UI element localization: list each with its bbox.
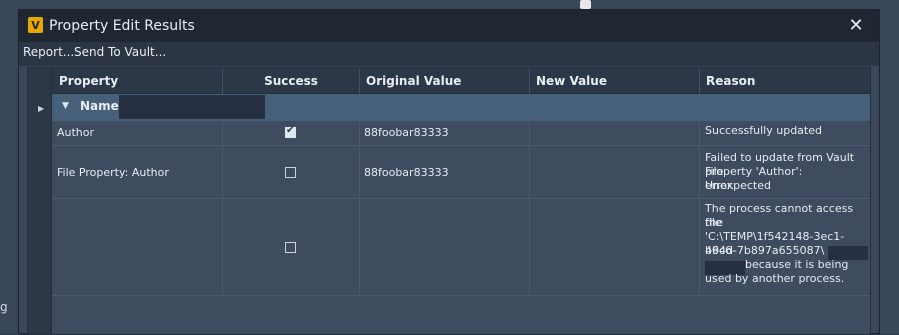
- row-reason-line: used by another process.: [705, 272, 845, 285]
- row-property: File Property: Author: [57, 166, 169, 179]
- expand-triangle-icon[interactable]: ▼: [62, 101, 69, 111]
- menu-send-to-vault[interactable]: Send To Vault...: [74, 45, 166, 59]
- title-bar[interactable]: V Property Edit Results ✕: [19, 10, 879, 42]
- grid-header: Property Success Original Value New Valu…: [28, 68, 870, 94]
- column-header-original-value[interactable]: Original Value: [366, 68, 526, 94]
- background-left-panel: [0, 10, 18, 334]
- background-right-panel: [880, 10, 899, 334]
- row-property: Author: [57, 126, 95, 139]
- column-header-property[interactable]: Property: [59, 68, 219, 94]
- row-reason-line: b94d-7b897a655087\: [705, 244, 825, 257]
- success-checkbox[interactable]: [285, 125, 296, 138]
- column-header-new-value[interactable]: New Value: [536, 68, 696, 94]
- group-label: Name:: [80, 99, 124, 113]
- row-original-value: 88foobar83333: [364, 126, 449, 139]
- success-checkbox[interactable]: [285, 167, 296, 178]
- background-handle: [580, 0, 591, 9]
- column-header-reason[interactable]: Reason: [706, 68, 866, 94]
- row-reason-line: file: [705, 216, 722, 229]
- menu-report[interactable]: Report...: [23, 45, 74, 59]
- row-original-value: 88foobar83333: [364, 166, 449, 179]
- close-icon[interactable]: ✕: [845, 14, 867, 36]
- row-reason-line: error.: [705, 179, 735, 192]
- menu-bar: Report... Send To Vault...: [19, 42, 879, 66]
- row-reason-line: Successfully updated: [705, 124, 822, 137]
- vault-app-icon: V: [28, 17, 43, 33]
- success-checkbox[interactable]: [285, 242, 296, 253]
- row-reason-line: The process cannot access the: [705, 202, 854, 229]
- dialog-title: Property Edit Results: [49, 18, 195, 34]
- row-reason-line: because it is being: [745, 258, 849, 271]
- results-grid: Property Success Original Value New Valu…: [27, 67, 871, 335]
- row-pointer-icon: ▶: [38, 104, 45, 113]
- background-text: g: [0, 300, 8, 314]
- redacted-block: [119, 95, 265, 119]
- property-edit-results-dialog: V Property Edit Results ✕ Report... Send…: [18, 9, 880, 335]
- column-header-success[interactable]: Success: [223, 68, 359, 94]
